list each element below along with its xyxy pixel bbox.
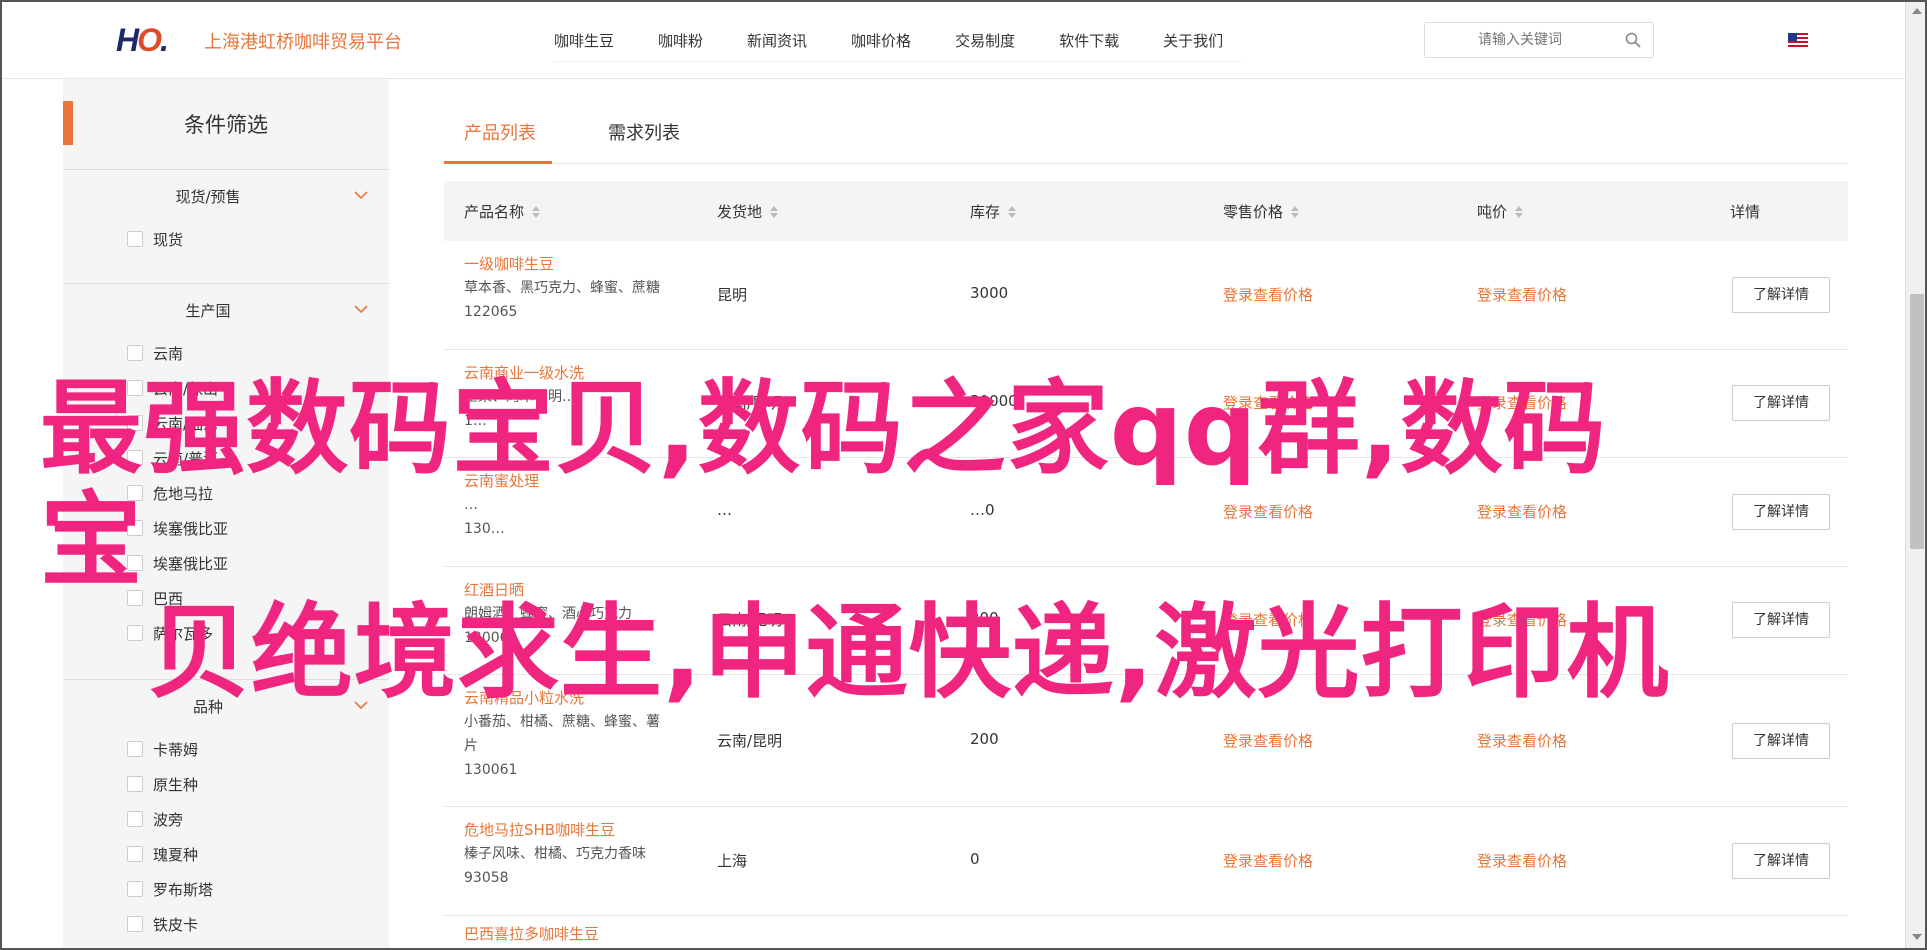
tab-bar: 产品列表 需求列表 [444,117,1848,164]
search-icon[interactable] [1625,32,1641,48]
filter-option[interactable]: 罗布斯塔 [127,879,213,899]
product-flavor: 榛子风味、柑橘、巧克力香味 [464,846,646,862]
filter-section-title[interactable]: 现货/预售 [63,186,353,207]
chevron-down-icon[interactable] [354,190,368,200]
sidebar-title: 条件筛选 [184,113,268,137]
table-row: 巴西喜拉多咖啡生豆 [444,916,1848,948]
product-name[interactable]: 巴西喜拉多咖啡生豆 [464,922,684,946]
login-view-price-link[interactable]: 登录查看价格 [1477,730,1567,751]
detail-button[interactable]: 了解详情 [1732,602,1830,638]
scroll-up-arrow-icon[interactable] [1912,8,1922,14]
product-flavor: 小番茄、柑橘、蔗糖、蜂蜜、薯 [464,714,660,730]
filter-option[interactable]: 卡蒂姆 [127,739,198,759]
col-header-name[interactable]: 产品名称 [464,201,541,222]
detail-button[interactable]: 了解详情 [1732,385,1830,421]
product-id: 93058 [464,870,509,886]
sort-icon[interactable] [770,205,779,218]
overlay-banner-text: 最强数码宝贝,数码之家qq群,数码宝 贝绝境求生,申通快递,激光打印机 [40,374,1680,710]
product-cell: 一级咖啡生豆 草本香、黑巧克力、蜂蜜、蔗糖 122065 [464,252,684,324]
checkbox[interactable] [127,776,143,792]
checkbox[interactable] [127,811,143,827]
checkbox[interactable] [127,231,143,247]
filter-section-title[interactable]: 生产国 [63,300,353,321]
origin-cell: 昆明 [717,286,748,304]
col-header-detail: 详情 [1730,203,1761,221]
table-row: 一级咖啡生豆 草本香、黑巧克力、蜂蜜、蔗糖 122065 昆明 3000 登录查… [444,241,1848,350]
sort-icon[interactable] [1515,205,1524,218]
vertical-scrollbar[interactable] [1905,2,1925,948]
tab-product-list[interactable]: 产品列表 [464,119,536,145]
sort-icon[interactable] [1291,205,1300,218]
detail-button[interactable]: 了解详情 [1732,277,1830,313]
filter-option[interactable]: 原生种 [127,774,198,794]
nav-item-green-beans[interactable]: 咖啡生豆 [554,20,614,61]
sort-icon[interactable] [1008,205,1017,218]
nav-item-trading-rules[interactable]: 交易制度 [955,20,1015,61]
checkbox[interactable] [127,916,143,932]
tab-demand-list[interactable]: 需求列表 [608,119,680,145]
product-flavor-cont: 片 [464,738,478,754]
logo-mark: HO. [116,21,169,58]
product-id: 130061 [464,762,518,778]
filter-option[interactable]: 现货 [127,229,183,249]
stock-cell: 200 [970,730,999,748]
login-view-price-link[interactable]: 登录查看价格 [1223,730,1313,751]
nav-item-news[interactable]: 新闻资讯 [747,20,807,61]
search-input[interactable] [1435,29,1605,51]
product-id: 122065 [464,304,518,320]
us-flag-icon[interactable] [1788,33,1808,47]
top-header: HO. 上海港虹桥咖啡贸易平台 咖啡生豆 咖啡粉 新闻资讯 咖啡价格 交易制度 … [2,2,1905,79]
login-view-price-link[interactable]: 登录查看价格 [1477,850,1567,871]
login-view-price-link[interactable]: 登录查看价格 [1223,284,1313,305]
origin-cell: 上海 [717,852,748,870]
checkbox[interactable] [127,345,143,361]
nav-item-downloads[interactable]: 软件下载 [1059,20,1119,61]
sort-icon[interactable] [532,205,541,218]
checkbox[interactable] [127,846,143,862]
origin-cell: 云南/昆明 [717,732,783,750]
product-name[interactable]: 一级咖啡生豆 [464,252,684,276]
main-nav: 咖啡生豆 咖啡粉 新闻资讯 咖啡价格 交易制度 软件下载 关于我们 [554,20,1242,62]
stock-cell: 3000 [970,284,1009,302]
table-row: 危地马拉SHB咖啡生豆 榛子风味、柑橘、巧克力香味 93058 上海 0 登录查… [444,807,1848,916]
search-box [1424,22,1654,58]
filter-section-variety: 品种 卡蒂姆 原生种 波旁 瑰夏种 罗布斯塔 铁皮卡 [63,679,389,948]
col-header-ton-price[interactable]: 吨价 [1477,201,1524,222]
browser-frame: HO. 上海港虹桥咖啡贸易平台 咖啡生豆 咖啡粉 新闻资讯 咖啡价格 交易制度 … [0,0,1927,950]
checkbox[interactable] [127,881,143,897]
filter-option[interactable]: 瑰夏种 [127,844,198,864]
detail-button[interactable]: 了解详情 [1732,843,1830,879]
col-header-stock[interactable]: 库存 [970,201,1017,222]
product-cell: 巴西喜拉多咖啡生豆 [464,922,684,946]
col-header-retail-price[interactable]: 零售价格 [1223,201,1300,222]
col-header-origin[interactable]: 发货地 [717,201,779,222]
scroll-thumb[interactable] [1910,294,1924,549]
product-name[interactable]: 危地马拉SHB咖啡生豆 [464,818,684,842]
filter-section-stock: 现货/预售 现货 [63,169,389,283]
detail-button[interactable]: 了解详情 [1732,723,1830,759]
chevron-down-icon[interactable] [354,304,368,314]
product-flavor: 草本香、黑巧克力、蜂蜜、蔗糖 [464,280,660,296]
stock-cell: 0 [970,850,980,868]
detail-button[interactable]: 了解详情 [1732,494,1830,530]
scroll-down-arrow-icon[interactable] [1912,934,1922,940]
filter-option[interactable]: 铁皮卡 [127,914,198,934]
nav-item-prices[interactable]: 咖啡价格 [851,20,911,61]
nav-item-about[interactable]: 关于我们 [1163,20,1223,61]
active-tab-indicator [444,161,552,164]
filter-option[interactable]: 波旁 [127,809,183,829]
site-logo[interactable]: HO. [116,21,169,58]
nav-item-coffee-powder[interactable]: 咖啡粉 [658,20,703,61]
table-header: 产品名称 发货地 库存 零售价格 吨价 详情 [444,181,1848,241]
product-cell: 危地马拉SHB咖啡生豆 榛子风味、柑橘、巧克力香味 93058 [464,818,684,890]
overlay-line-2: 贝绝境求生,申通快递,激光打印机 [148,594,1670,713]
checkbox[interactable] [127,741,143,757]
login-view-price-link[interactable]: 登录查看价格 [1223,850,1313,871]
login-view-price-link[interactable]: 登录查看价格 [1477,284,1567,305]
overlay-line-1: 最强数码宝贝,数码之家qq群,数码宝 [40,370,1607,601]
site-name[interactable]: 上海港虹桥咖啡贸易平台 [204,28,402,54]
filter-option[interactable]: 云南 [127,343,183,363]
